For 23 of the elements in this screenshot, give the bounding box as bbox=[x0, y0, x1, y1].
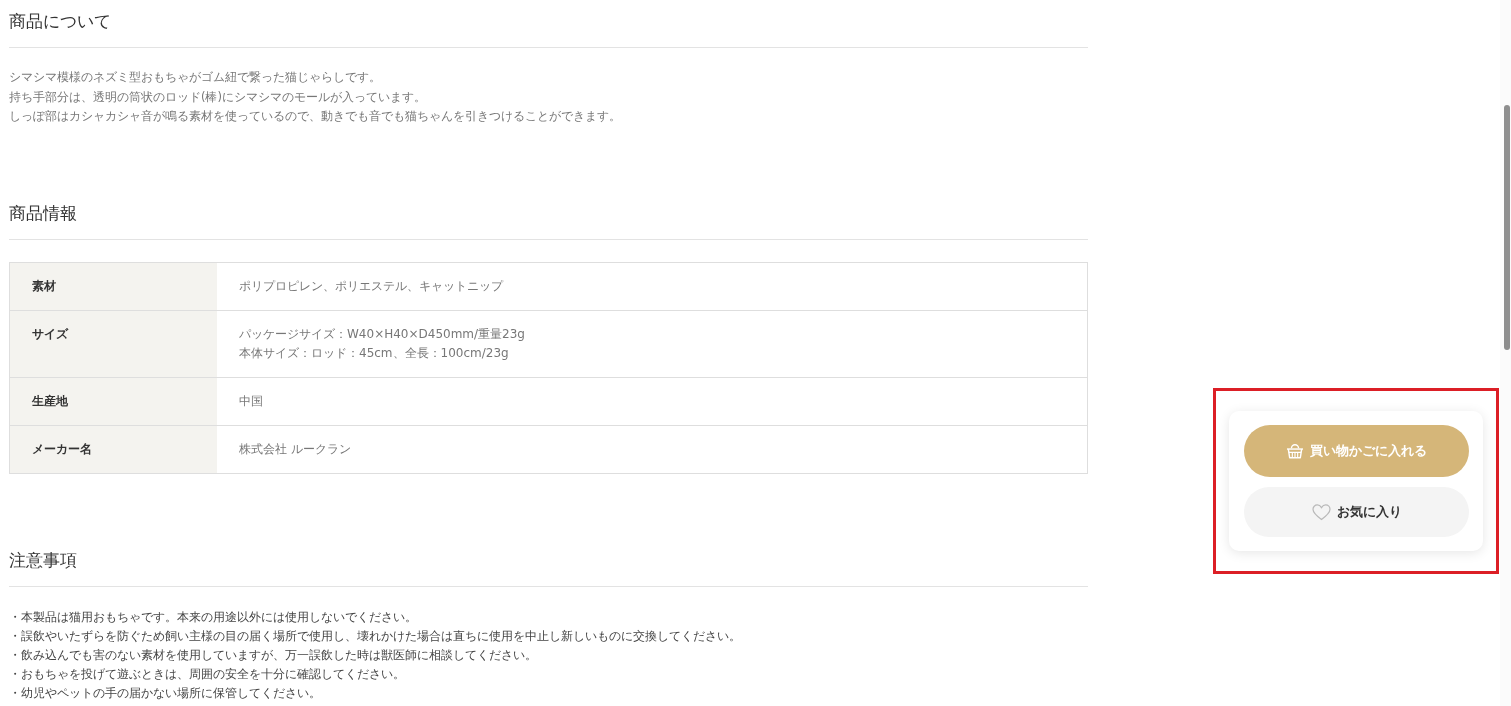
spec-value-cell-text: 中国 bbox=[238, 392, 264, 410]
description-text: 持ち手部分は、透明の筒状のロッド(棒)にシマシマのモールが入っています。 bbox=[9, 88, 427, 106]
caution-note: ・本製品は猫用おもちゃです。本来の用途以外には使用しないでください。 bbox=[9, 608, 418, 626]
heart-icon bbox=[1311, 503, 1331, 521]
scrollbar-thumb[interactable] bbox=[1504, 105, 1510, 350]
caution-note: ・誤飲やいたずらを防ぐため飼い主様の目の届く場所で使用し、壊れかけた場合は直ちに使用を中止し新しいものに交換してください。 bbox=[9, 627, 742, 645]
spec-value-cell-text: パッケージサイズ：W40×H40×D450mm/重量23g 本体サイズ：ロッド：45cm、全長：100cm/23g bbox=[238, 325, 526, 362]
basket-icon bbox=[1286, 443, 1304, 459]
caution-note: ・おもちゃを投げて遊ぶときは、周囲の安全を十分に確認してください。 bbox=[9, 665, 406, 683]
spec-label-cell: 生産地 bbox=[10, 377, 217, 425]
spec-label-cell: サイズ bbox=[10, 310, 217, 377]
description-text: しっぽ部はカシャカシャ音が鳴る素材を使っているので、動きでも音でも猫ちゃんを引きつけることができます。 bbox=[9, 108, 622, 125]
spec-label-cell: メーカー名 bbox=[10, 425, 217, 473]
spec-value-cell-text: ポリプロピレン、ポリエステル、キャットニップ bbox=[238, 277, 505, 295]
section-heading: 注意事項 bbox=[9, 546, 1088, 587]
caution-note: ・飲み込んでも害のない素材を使用していますが、万一誤飲した時は獣医師に相談してください。 bbox=[9, 646, 538, 664]
spec-value-cell-text: 株式会社 ルークラン bbox=[238, 440, 352, 458]
favorite-button[interactable]: お気に入り bbox=[1244, 487, 1469, 537]
description-text: シマシマ模様のネズミ型おもちゃがゴム紐で繋った猫じゃらしです。 bbox=[9, 69, 382, 86]
caution-note: ・幼児やペットの手の届かない場所に保管してください。 bbox=[9, 684, 322, 702]
section-heading: 商品について bbox=[9, 8, 1088, 48]
spec-label-cell: 素材 bbox=[10, 262, 217, 310]
section-heading: 商品情報 bbox=[9, 199, 1088, 240]
